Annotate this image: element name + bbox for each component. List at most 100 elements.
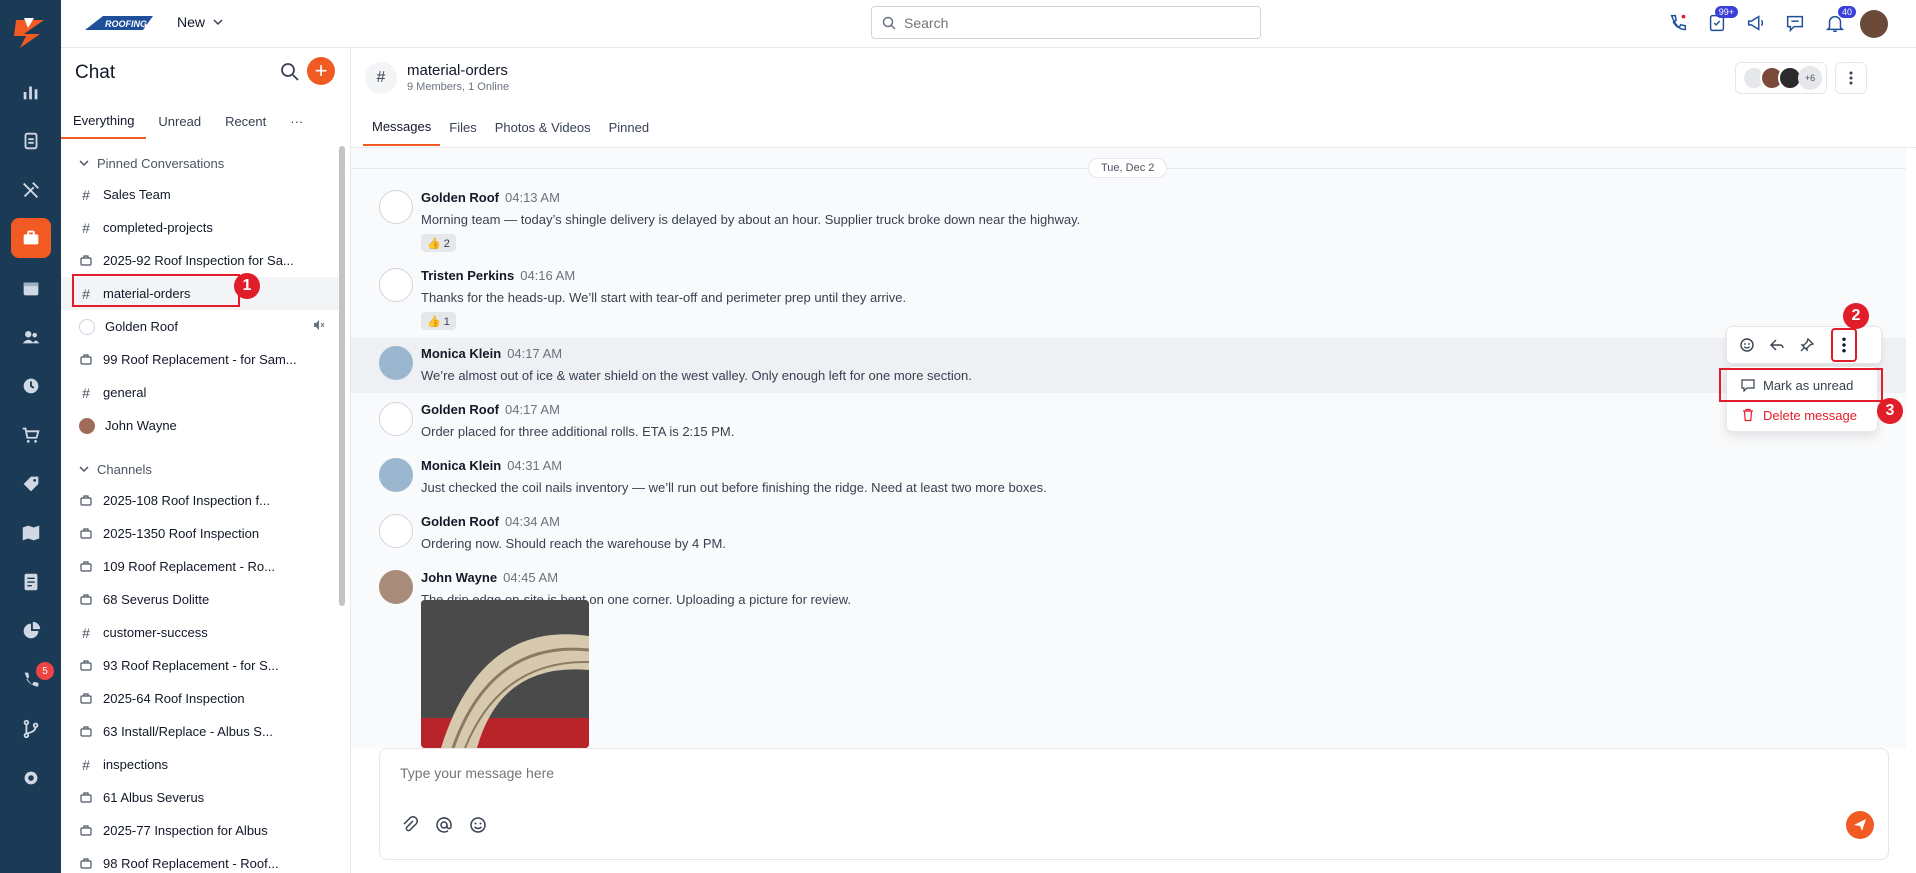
conversation-item[interactable]: # general [61, 376, 339, 409]
invoice-icon[interactable] [0, 562, 61, 602]
conversation-item[interactable]: 109 Roof Replacement - Ro... [61, 550, 339, 583]
brand-text: ROOFING [105, 19, 147, 29]
dashboard-icon[interactable] [0, 72, 61, 112]
attachment-icon[interactable] [400, 815, 420, 835]
workflow-icon[interactable] [0, 709, 61, 749]
message-more-button[interactable] [1831, 328, 1857, 362]
tasks-icon[interactable]: 99+ [1704, 6, 1738, 36]
members-avatars[interactable]: +6 [1735, 62, 1827, 94]
pin-icon[interactable] [1795, 333, 1819, 357]
delete-message-item[interactable]: Delete message [1727, 400, 1877, 430]
reaction-badge[interactable]: 👍 2 [421, 234, 456, 252]
message-author: Golden Roof [421, 190, 499, 205]
calendar-icon[interactable] [0, 268, 61, 308]
add-reaction-icon[interactable] [1735, 333, 1759, 357]
brand-logo[interactable]: ROOFING [83, 10, 155, 36]
conversation-item[interactable]: 2025-1350 Roof Inspection [61, 517, 339, 550]
global-search[interactable] [871, 6, 1261, 39]
mention-icon[interactable] [434, 815, 454, 835]
conversation-item[interactable]: 68 Severus Dolitte [61, 583, 339, 616]
conversation-item[interactable]: 93 Roof Replacement - for S... [61, 649, 339, 682]
message-input[interactable] [400, 765, 1400, 781]
conversation-item[interactable]: 2025-108 Roof Inspection f... [61, 484, 339, 517]
message-time: 04:17 AM [505, 402, 560, 417]
tab-unread[interactable]: Unread [146, 104, 213, 139]
members-more: +6 [1798, 66, 1822, 90]
conversation-item[interactable]: 2025-64 Roof Inspection [61, 682, 339, 715]
conversation-item[interactable]: 61 Albus Severus [61, 781, 339, 814]
conversation-list: Pinned Conversations # Sales Team # complet… [61, 148, 339, 873]
conversation-label: 63 Install/Replace - Albus S... [103, 724, 273, 739]
conversation-label: 2025-108 Roof Inspection f... [103, 493, 270, 508]
chat-bubble-icon[interactable] [1782, 10, 1808, 36]
briefcase-icon [79, 823, 93, 839]
bell-icon[interactable]: 40 [1822, 6, 1856, 36]
tab-recent[interactable]: Recent [213, 104, 278, 139]
conversation-item[interactable]: 63 Install/Replace - Albus S... [61, 715, 339, 748]
channels-section-header[interactable]: Channels [61, 454, 339, 484]
call-icon[interactable] [1665, 10, 1691, 36]
attached-image[interactable] [421, 600, 589, 748]
conversation-label: 2025-77 Inspection for Albus [103, 823, 268, 838]
search-icon[interactable] [279, 61, 301, 83]
tab-pinned[interactable]: Pinned [600, 108, 658, 146]
conversation-item[interactable]: 99 Roof Replacement - for Sam... [61, 343, 339, 376]
map-icon[interactable] [0, 513, 61, 553]
search-input[interactable] [904, 14, 1234, 31]
chat-list-scrollbar[interactable] [338, 138, 346, 658]
conversation-item[interactable]: # completed-projects [61, 211, 339, 244]
reply-icon[interactable] [1765, 333, 1789, 357]
conversation-item[interactable]: Golden Roof [61, 310, 339, 343]
conversation-item[interactable]: 2025-77 Inspection for Albus [61, 814, 339, 847]
tab-messages[interactable]: Messages [363, 108, 441, 146]
hash-icon: # [365, 62, 397, 94]
conversation-item[interactable]: 2025-92 Roof Inspection for Sa... [61, 244, 339, 277]
add-chat-button[interactable]: + [307, 57, 335, 85]
tag-icon[interactable] [0, 464, 61, 504]
conversation-label: inspections [103, 757, 169, 772]
app-logo-icon[interactable] [10, 14, 50, 54]
send-button[interactable] [1846, 811, 1874, 839]
tab-everything[interactable]: Everything [61, 104, 147, 139]
channel-options-button[interactable] [1835, 62, 1867, 94]
user-avatar[interactable] [1860, 10, 1888, 38]
new-button[interactable]: New [177, 14, 223, 30]
emoji-icon[interactable] [468, 815, 488, 835]
clock-icon[interactable] [0, 366, 61, 406]
megaphone-icon[interactable] [1743, 10, 1769, 36]
briefcase-icon[interactable] [0, 218, 61, 258]
chevron-down-icon [79, 466, 89, 473]
settings-gear-icon[interactable] [0, 758, 61, 798]
search-icon [882, 16, 896, 30]
phone-icon[interactable]: 5 [0, 660, 61, 700]
tools-icon[interactable] [0, 170, 61, 210]
conversation-label: completed-projects [103, 220, 213, 235]
cart-icon[interactable] [0, 415, 61, 455]
mute-icon[interactable] [313, 319, 325, 334]
conversation-item[interactable]: # inspections [61, 748, 339, 781]
conversation-item[interactable]: # Sales Team [61, 178, 339, 211]
conversation-item[interactable]: 98 Roof Replacement - Roof... [61, 847, 339, 873]
reaction-badge[interactable]: 👍 1 [421, 312, 456, 330]
conversation-label: 93 Roof Replacement - for S... [103, 658, 279, 673]
message-text: Just checked the coil nails inventory — … [421, 480, 1047, 495]
conversation-label: 2025-64 Roof Inspection [103, 691, 245, 706]
conversation-item[interactable]: John Wayne [61, 409, 339, 442]
pinned-section-header[interactable]: Pinned Conversations [61, 148, 339, 178]
message-text: Ordering now. Should reach the warehouse… [421, 536, 726, 551]
reports-icon[interactable] [0, 611, 61, 651]
conversation-item[interactable]: # customer-success [61, 616, 339, 649]
tab-files[interactable]: Files [440, 108, 485, 146]
message-hover-actions [1726, 326, 1882, 364]
mark-as-unread-item[interactable]: Mark as unread [1719, 368, 1883, 402]
conversation-label: 98 Roof Replacement - Roof... [103, 856, 279, 871]
message-item-hovered[interactable]: Monica Klein 04:17 AM We’re almost out of… [351, 338, 1906, 393]
contacts-icon[interactable] [0, 317, 61, 357]
step-3-marker: 3 [1877, 398, 1903, 424]
tab-photos-videos[interactable]: Photos & Videos [486, 108, 600, 146]
conversation-label: 99 Roof Replacement - for Sam... [103, 352, 297, 367]
hash-icon: # [82, 384, 90, 401]
message-list: Tue, Dec 2 Golden Roof 04:13 AM Morning t… [351, 148, 1906, 748]
tab-more[interactable]: ··· [278, 104, 315, 139]
estimates-icon[interactable] [0, 121, 61, 161]
